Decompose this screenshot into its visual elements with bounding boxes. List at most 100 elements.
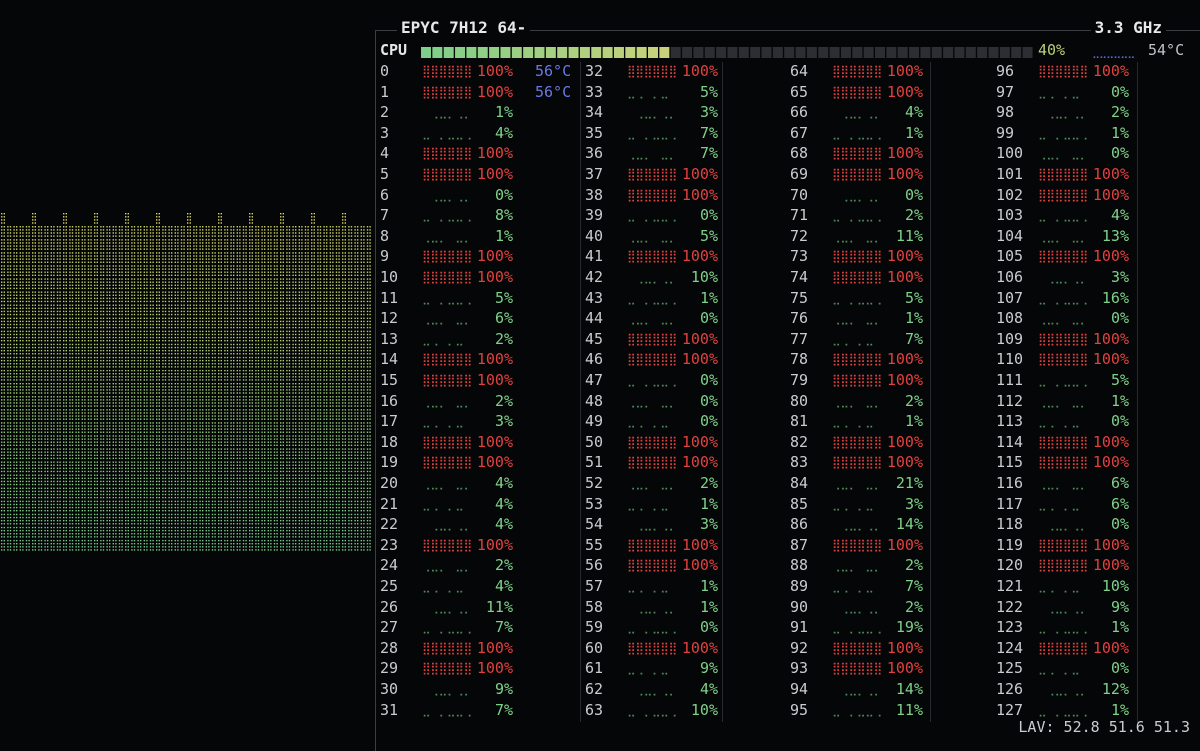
graph-dot	[146, 278, 148, 280]
graph-dot	[369, 291, 371, 293]
graph-dot	[292, 346, 294, 349]
graph-dot	[193, 323, 195, 326]
graph-dot	[171, 265, 173, 267]
graph-dot	[366, 284, 369, 286]
graph-dot	[146, 307, 148, 310]
graph-dot	[158, 232, 160, 234]
graph-dot	[329, 330, 331, 333]
graph-dot	[214, 239, 216, 241]
graph-dot	[245, 310, 247, 313]
graph-dot	[174, 353, 176, 355]
graph-dot	[233, 343, 235, 346]
graph-dot	[164, 336, 167, 339]
graph-dot	[193, 271, 195, 273]
graph-dot	[195, 346, 198, 349]
graph-dot	[326, 297, 328, 300]
graph-dot	[25, 284, 28, 286]
graph-dot	[304, 323, 307, 326]
graph-dot	[149, 245, 152, 247]
graph-dot	[118, 349, 121, 352]
graph-dot	[242, 313, 245, 316]
graph-dot	[202, 294, 204, 296]
graph-dot	[226, 242, 229, 244]
graph-dot	[65, 213, 67, 215]
graph-dot	[307, 284, 309, 286]
graph-dot	[214, 281, 216, 283]
graph-dot	[205, 310, 207, 313]
graph-dot	[7, 313, 9, 316]
graph-dot	[292, 294, 294, 296]
graph-dot	[71, 248, 74, 250]
graph-dot	[156, 261, 158, 263]
graph-dot	[332, 232, 334, 234]
graph-dot	[56, 248, 59, 250]
graph-dot	[164, 261, 167, 263]
graph-dot	[276, 281, 278, 283]
graph-dot	[270, 336, 272, 339]
graph-dot	[233, 307, 235, 310]
graph-dot	[304, 261, 307, 263]
graph-dot	[267, 248, 269, 250]
graph-dot	[180, 242, 183, 244]
graph-dot	[9, 313, 12, 316]
graph-dot	[137, 274, 139, 277]
graph-dot	[239, 265, 241, 267]
graph-dot	[53, 339, 55, 342]
graph-dot	[81, 349, 83, 352]
graph-dot	[115, 297, 117, 300]
graph-dot	[224, 239, 226, 241]
graph-dot	[53, 271, 55, 273]
graph-dot	[19, 320, 21, 323]
graph-dot	[71, 229, 74, 231]
graph-dot	[342, 239, 344, 241]
graph-dot	[96, 353, 98, 355]
graph-dot	[233, 313, 235, 316]
graph-dot	[273, 339, 276, 342]
graph-dot	[56, 300, 59, 303]
graph-dot	[267, 333, 269, 336]
graph-dot	[360, 304, 362, 306]
graph-dot	[44, 258, 46, 260]
graph-dot	[218, 268, 220, 270]
graph-dot	[143, 235, 145, 237]
graph-dot	[187, 222, 189, 224]
graph-dot	[44, 359, 46, 362]
graph-dot	[19, 281, 21, 283]
graph-dot	[125, 213, 127, 215]
graph-dot	[115, 349, 117, 352]
graph-dot	[298, 304, 300, 306]
graph-dot	[295, 229, 297, 231]
graph-dot	[34, 343, 36, 346]
graph-dot	[239, 284, 241, 286]
graph-dot	[195, 278, 198, 280]
graph-dot	[149, 294, 152, 296]
graph-dot	[264, 339, 266, 342]
graph-dot	[208, 226, 210, 228]
graph-dot	[270, 242, 272, 244]
graph-dot	[127, 304, 129, 306]
graph-dot	[146, 336, 148, 339]
graph-dot	[332, 287, 334, 290]
graph-dot	[242, 287, 245, 290]
graph-dot	[84, 229, 86, 231]
graph-dot	[202, 317, 204, 320]
graph-dot	[171, 317, 173, 320]
graph-dot	[16, 349, 18, 352]
graph-dot	[307, 229, 309, 231]
graph-dot	[180, 320, 183, 323]
graph-dot	[16, 268, 18, 270]
graph-dot	[118, 229, 121, 231]
graph-dot	[313, 229, 315, 231]
graph-dot	[183, 297, 185, 300]
graph-dot	[187, 261, 189, 263]
graph-dot	[332, 323, 334, 326]
graph-dot	[282, 229, 284, 231]
graph-dot	[109, 265, 111, 267]
graph-dot	[3, 239, 5, 241]
graph-dot	[78, 346, 80, 349]
graph-dot	[40, 271, 43, 273]
graph-dot	[131, 304, 133, 306]
graph-dot	[276, 229, 278, 231]
graph-dot	[307, 271, 309, 273]
graph-dot	[354, 349, 356, 352]
